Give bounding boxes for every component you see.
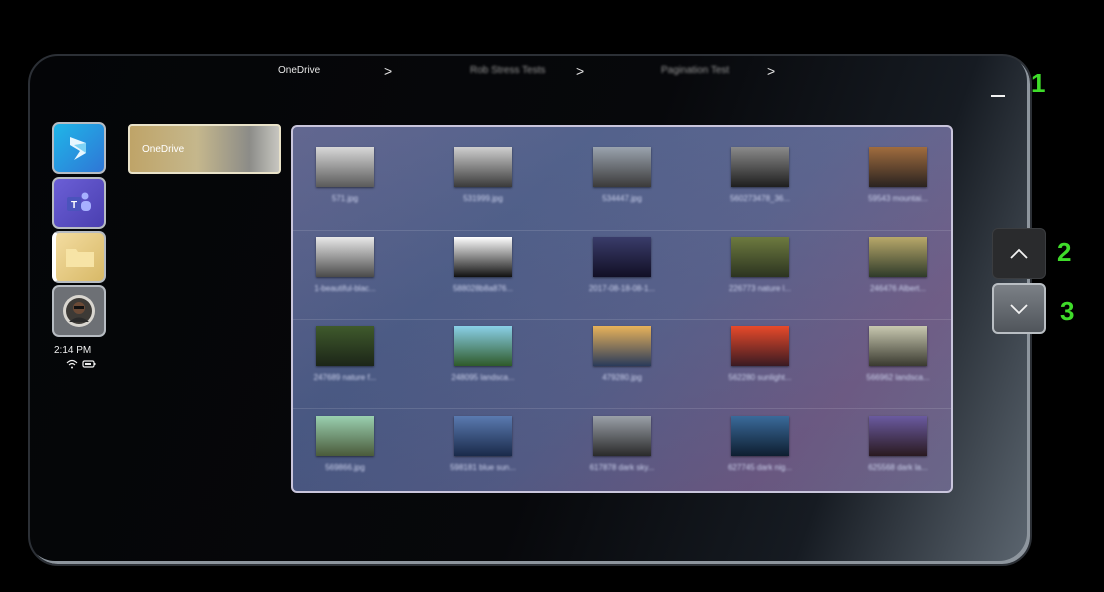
avatar-icon [62, 294, 96, 328]
thumbnail-image [869, 326, 927, 366]
folder-item-label: OneDrive [142, 144, 184, 155]
file-thumbnail[interactable]: 598181 blue sun... [433, 416, 533, 486]
thumbnail-filename: 479280.jpg [572, 373, 672, 382]
row-divider [293, 408, 951, 409]
file-thumbnail[interactable]: 625568 dark la... [848, 416, 948, 486]
wifi-icon [66, 359, 78, 369]
row-divider [293, 319, 951, 320]
thumbnail-image [454, 326, 512, 366]
callout-label: 1 [1031, 68, 1045, 99]
files-app-tile[interactable] [52, 231, 106, 283]
file-grid: 571.jpg 531999.jpg 534447.jpg 560273478_36.… [291, 125, 953, 493]
file-thumbnail[interactable]: 617878 dark sky... [572, 416, 672, 486]
thumbnail-image [593, 147, 651, 187]
profile-app-tile[interactable] [52, 285, 106, 337]
page-down-button[interactable] [992, 283, 1046, 334]
thumbnail-image [731, 416, 789, 456]
file-thumbnail[interactable]: 569866.jpg [295, 416, 395, 486]
thumbnail-filename: 588028b8a876... [433, 284, 533, 293]
breadcrumb-onedrive[interactable]: OneDrive [278, 65, 320, 76]
chevron-up-icon [1009, 248, 1029, 260]
thumbnail-filename: 1-beautiful-blac... [295, 284, 395, 293]
thumbnail-image [593, 416, 651, 456]
thumbnail-image [316, 326, 374, 366]
thumbnail-filename: 248095 landsca... [433, 373, 533, 382]
page-up-button[interactable] [992, 228, 1046, 279]
thumbnail-image [454, 416, 512, 456]
callout-label: 3 [1060, 296, 1074, 327]
thumbnail-filename: 598181 blue sun... [433, 463, 533, 472]
callout-label: 2 [1057, 237, 1071, 268]
teams-icon: T [63, 188, 95, 218]
file-thumbnail[interactable]: 571.jpg [295, 147, 395, 217]
thumbnail-image [316, 147, 374, 187]
file-thumbnail[interactable]: 226773 nature l... [710, 237, 810, 307]
thumbnail-filename: 562280 sunlight... [710, 373, 810, 382]
folder-item-onedrive[interactable]: OneDrive [128, 124, 281, 174]
thumbnail-filename: 571.jpg [295, 194, 395, 203]
battery-icon [82, 359, 96, 369]
thumbnail-image [454, 237, 512, 277]
thumbnail-filename: 627745 dark nig... [710, 463, 810, 472]
file-thumbnail[interactable]: 627745 dark nig... [710, 416, 810, 486]
file-thumbnail[interactable]: 59543 mountai... [848, 147, 948, 217]
file-thumbnail[interactable]: 562280 sunlight... [710, 326, 810, 396]
thumbnail-image [869, 147, 927, 187]
breadcrumb-chevron-icon: > [384, 64, 392, 78]
thumbnail-image [593, 237, 651, 277]
file-thumbnail[interactable]: 1-beautiful-blac... [295, 237, 395, 307]
folder-icon [64, 245, 96, 269]
breadcrumb-pagination-test[interactable]: Pagination Test [661, 65, 729, 76]
thumbnail-filename: 226773 nature l... [710, 284, 810, 293]
file-thumbnail[interactable]: 566962 landsca... [848, 326, 948, 396]
file-thumbnail[interactable]: 2017-08-18-08-1... [572, 237, 672, 307]
file-thumbnail[interactable]: 247689 nature f... [295, 326, 395, 396]
thumbnail-image [731, 147, 789, 187]
thumbnail-filename: 246476 Albert... [848, 284, 948, 293]
breadcrumb-chevron-icon: > [767, 64, 775, 78]
file-thumbnail[interactable]: 479280.jpg [572, 326, 672, 396]
thumbnail-filename: 247689 nature f... [295, 373, 395, 382]
system-clock: 2:14 PM [54, 345, 91, 356]
file-thumbnail[interactable]: 248095 landsca... [433, 326, 533, 396]
file-thumbnail[interactable]: 560273478_36... [710, 147, 810, 217]
row-divider [293, 230, 951, 231]
thumbnail-image [869, 237, 927, 277]
thumbnail-filename: 531999.jpg [433, 194, 533, 203]
thumbnail-image [731, 326, 789, 366]
thumbnail-filename: 569866.jpg [295, 463, 395, 472]
thumbnail-filename: 617878 dark sky... [572, 463, 672, 472]
thumbnail-filename: 566962 landsca... [848, 373, 948, 382]
thumbnail-filename: 560273478_36... [710, 194, 810, 203]
thumbnail-image [869, 416, 927, 456]
thumbnail-image [316, 237, 374, 277]
thumbnail-filename: 534447.jpg [572, 194, 672, 203]
dynamics-365-app-tile[interactable] [52, 122, 106, 174]
thumbnail-image [731, 237, 789, 277]
svg-text:T: T [71, 200, 77, 211]
thumbnail-filename: 625568 dark la... [848, 463, 948, 472]
file-thumbnail[interactable]: 246476 Albert... [848, 237, 948, 307]
breadcrumb-chevron-icon: > [576, 64, 584, 78]
file-thumbnail[interactable]: 588028b8a876... [433, 237, 533, 307]
status-icons [66, 359, 96, 369]
chevron-down-icon [1009, 303, 1029, 315]
dynamics-365-icon [64, 133, 94, 163]
thumbnail-image [316, 416, 374, 456]
teams-app-tile[interactable]: T [52, 177, 106, 229]
thumbnail-filename: 2017-08-18-08-1... [572, 284, 672, 293]
thumbnail-filename: 59543 mountai... [848, 194, 948, 203]
thumbnail-image [454, 147, 512, 187]
breadcrumb-rob-stress-tests[interactable]: Rob Stress Tests [470, 65, 545, 76]
thumbnail-image [593, 326, 651, 366]
file-thumbnail[interactable]: 534447.jpg [572, 147, 672, 217]
minimize-button[interactable] [991, 95, 1005, 97]
file-thumbnail[interactable]: 531999.jpg [433, 147, 533, 217]
